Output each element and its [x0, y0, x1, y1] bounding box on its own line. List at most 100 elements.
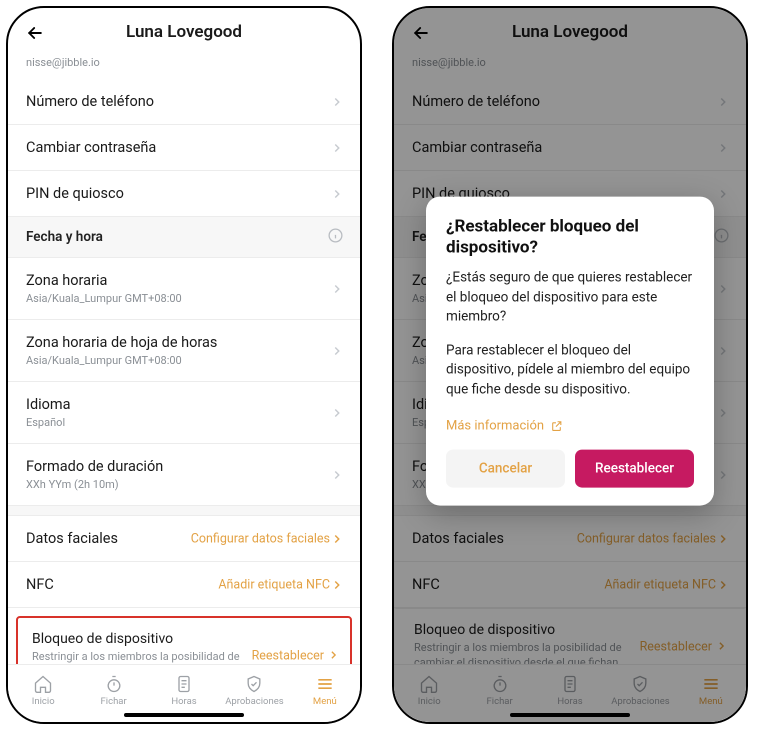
- row-sub: Restringir a los miembros la posibilidad…: [414, 641, 634, 664]
- cancel-button[interactable]: Cancelar: [446, 449, 565, 487]
- row-label: Formado de duración: [26, 458, 342, 475]
- stopwatch-icon: [490, 674, 510, 694]
- tab-label: Aprobaciones: [225, 696, 283, 707]
- back-button[interactable]: [410, 22, 432, 44]
- button-label: Reestablecer: [595, 460, 674, 476]
- tab-approvals[interactable]: Aprobaciones: [605, 665, 675, 716]
- chevron-right-icon: [330, 578, 344, 592]
- info-icon[interactable]: [713, 227, 730, 248]
- chevron-right-icon: [716, 532, 730, 546]
- more-info-label: Más información: [446, 418, 544, 433]
- row-label: Cambiar contraseña: [412, 139, 728, 156]
- row-label: Número de teléfono: [412, 93, 728, 110]
- tab-approvals[interactable]: Aprobaciones: [219, 665, 289, 716]
- chevron-right-icon: [716, 187, 730, 201]
- row-device-lock[interactable]: Bloqueo de dispositivo Restringir a los …: [394, 608, 746, 664]
- home-indicator: [124, 713, 244, 717]
- chevron-right-icon: [715, 637, 728, 656]
- tab-label: Fichar: [487, 696, 513, 707]
- shield-check-icon: [630, 674, 650, 694]
- tab-home[interactable]: Inicio: [394, 665, 464, 716]
- tab-label: Menú: [699, 696, 723, 707]
- device-lock-reset[interactable]: Reestablecer: [252, 648, 324, 663]
- chevron-right-icon: [716, 578, 730, 592]
- row-phone[interactable]: Número de teléfono: [8, 79, 360, 125]
- row-timesheet-timezone[interactable]: Zona horaria de hoja de horas Asia/Kuala…: [8, 320, 360, 382]
- chevron-right-icon: [330, 282, 344, 296]
- tab-menu[interactable]: Menú: [676, 665, 746, 716]
- chevron-right-icon: [330, 406, 344, 420]
- row-duration-format[interactable]: Formado de duración XXh YYm (2h 10m): [8, 444, 360, 506]
- row-sub: Español: [26, 416, 342, 429]
- row-sub: Restringir a los miembros la posibilidad…: [32, 650, 252, 664]
- chevron-right-icon: [327, 646, 340, 664]
- page-title: Luna Lovegood: [126, 22, 242, 42]
- row-password[interactable]: Cambiar contraseña: [8, 125, 360, 171]
- spacer: [8, 506, 360, 516]
- confirm-reset-button[interactable]: Reestablecer: [575, 449, 694, 487]
- device-lock-reset[interactable]: Reestablecer: [640, 639, 712, 654]
- button-label: Cancelar: [479, 460, 532, 476]
- nfc-action[interactable]: Añadir etiqueta NFC: [218, 577, 330, 592]
- document-icon: [560, 674, 580, 694]
- tab-home[interactable]: Inicio: [8, 665, 78, 716]
- row-label: Zona horaria de hoja de horas: [26, 334, 342, 351]
- tab-label: Fichar: [101, 696, 127, 707]
- more-info-link[interactable]: Más información: [446, 418, 563, 433]
- email-value: nisse@jibble.io: [8, 56, 360, 79]
- dialog-buttons: Cancelar Reestablecer: [446, 449, 694, 487]
- row-sub: XXh YYm (2h 10m): [26, 478, 342, 491]
- chevron-right-icon: [716, 141, 730, 155]
- document-icon: [174, 674, 194, 694]
- tab-label: Horas: [557, 696, 582, 707]
- face-action[interactable]: Configurar datos faciales: [577, 531, 716, 546]
- row-phone[interactable]: Número de teléfono: [394, 79, 746, 125]
- home-indicator: [510, 713, 630, 717]
- row-timezone[interactable]: Zona horaria Asia/Kuala_Lumpur GMT+08:00: [8, 258, 360, 320]
- chevron-right-icon: [330, 468, 344, 482]
- tab-menu[interactable]: Menú: [290, 665, 360, 716]
- info-icon[interactable]: [327, 227, 344, 248]
- row-label: Bloqueo de dispositivo: [414, 622, 726, 638]
- tab-label: Horas: [171, 696, 196, 707]
- row-sub: Asia/Kuala_Lumpur GMT+08:00: [26, 292, 342, 305]
- home-icon: [419, 674, 439, 694]
- face-action[interactable]: Configurar datos faciales: [191, 531, 330, 546]
- row-password[interactable]: Cambiar contraseña: [394, 125, 746, 171]
- row-label: Zona horaria: [26, 272, 342, 289]
- row-label: PIN de quiosco: [26, 185, 342, 202]
- row-face-data[interactable]: Datos faciales Configurar datos faciales: [8, 516, 360, 562]
- dialog-body-2: Para restablecer el bloqueo del disposit…: [446, 341, 694, 400]
- row-sub: Asia/Kuala_Lumpur GMT+08:00: [26, 354, 342, 367]
- chevron-right-icon: [716, 344, 730, 358]
- chevron-right-icon: [716, 406, 730, 420]
- row-language[interactable]: Idioma Español: [8, 382, 360, 444]
- tab-hours[interactable]: Horas: [535, 665, 605, 716]
- row-kiosk-pin[interactable]: PIN de quiosco: [8, 171, 360, 217]
- page-title: Luna Lovegood: [512, 22, 628, 42]
- tab-clock[interactable]: Fichar: [464, 665, 534, 716]
- row-nfc[interactable]: NFC Añadir etiqueta NFC: [8, 562, 360, 608]
- section-title: Fecha y hora: [26, 229, 103, 245]
- back-button[interactable]: [24, 22, 46, 44]
- arrow-left-icon: [411, 23, 431, 43]
- row-device-lock[interactable]: Bloqueo de dispositivo Restringir a los …: [16, 616, 352, 664]
- tab-hours[interactable]: Horas: [149, 665, 219, 716]
- settings-list: nisse@jibble.io Número de teléfono Cambi…: [8, 56, 360, 664]
- external-link-icon: [550, 419, 563, 432]
- menu-icon: [315, 674, 335, 694]
- email-value: nisse@jibble.io: [394, 56, 746, 79]
- tab-clock[interactable]: Fichar: [78, 665, 148, 716]
- row-label: Número de teléfono: [26, 93, 342, 110]
- tab-label: Menú: [313, 696, 337, 707]
- header: Luna Lovegood: [8, 8, 360, 56]
- tab-label: Aprobaciones: [611, 696, 669, 707]
- row-nfc[interactable]: NFC Añadir etiqueta NFC: [394, 562, 746, 608]
- home-icon: [33, 674, 53, 694]
- chevron-right-icon: [330, 95, 344, 109]
- reset-device-lock-dialog: ¿Restablecer bloqueo del dispositivo? ¿E…: [426, 196, 714, 505]
- row-face-data[interactable]: Datos faciales Configurar datos faciales: [394, 516, 746, 562]
- nfc-action[interactable]: Añadir etiqueta NFC: [604, 577, 716, 592]
- chevron-right-icon: [330, 187, 344, 201]
- chevron-right-icon: [330, 532, 344, 546]
